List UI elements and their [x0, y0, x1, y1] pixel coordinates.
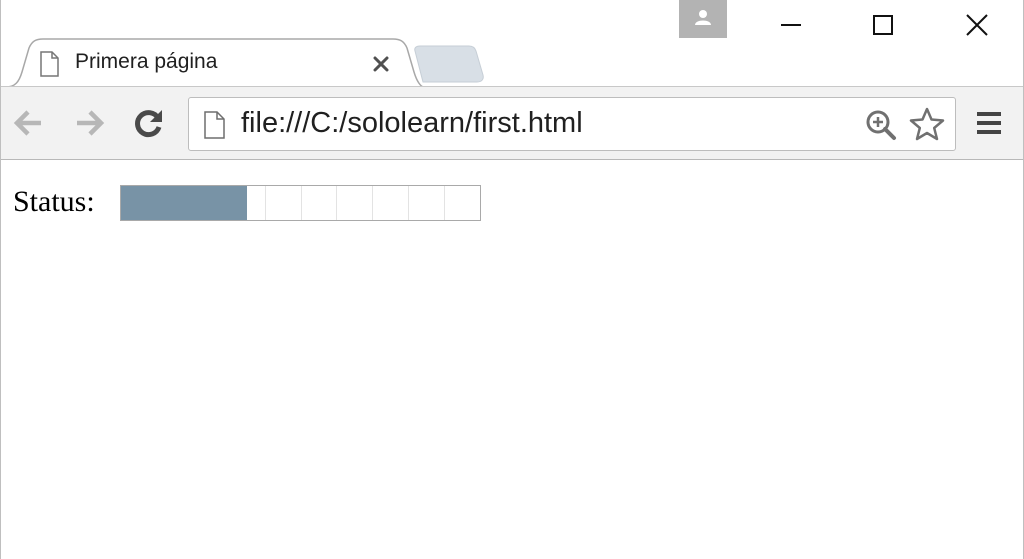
tab-active[interactable]: Primera página — [5, 38, 425, 88]
maximize-button[interactable] — [837, 0, 929, 54]
address-bar[interactable]: file:///C:/sololearn/first.html — [188, 97, 956, 151]
minimize-icon — [780, 14, 802, 41]
tab-title: Primera página — [75, 50, 218, 73]
progress-segment-divider — [300, 186, 302, 220]
page-icon — [39, 51, 59, 82]
browser-toolbar: file:///C:/sololearn/first.html — [1, 86, 1023, 160]
page-content: Status: — [1, 160, 1023, 559]
new-tab-button[interactable] — [411, 45, 487, 83]
progress-segment-divider — [372, 186, 374, 220]
browser-window: Primera página file:///C:/sololearn/firs… — [0, 0, 1024, 559]
progress-segment-divider — [408, 186, 410, 220]
progress-segment-divider — [264, 186, 266, 220]
tab-close-icon[interactable] — [371, 54, 391, 74]
star-icon[interactable] — [909, 107, 945, 146]
page-icon — [203, 111, 225, 144]
close-icon — [965, 13, 989, 42]
zoom-in-icon[interactable] — [865, 109, 897, 146]
progress-segment-divider — [229, 186, 230, 220]
back-button[interactable] — [9, 105, 49, 145]
hamburger-menu-icon — [976, 110, 1002, 141]
reload-icon — [133, 107, 165, 144]
window-close-button[interactable] — [931, 0, 1023, 54]
profile-button[interactable] — [679, 0, 727, 38]
progress-segment-divider — [157, 186, 158, 220]
minimize-button[interactable] — [745, 0, 837, 54]
arrow-right-icon — [73, 109, 105, 142]
forward-button[interactable] — [69, 105, 109, 145]
maximize-icon — [872, 14, 894, 41]
menu-button[interactable] — [967, 103, 1011, 147]
reload-button[interactable] — [129, 105, 169, 145]
progress-bar — [120, 185, 481, 221]
person-icon — [694, 9, 712, 30]
progress-segment-divider — [444, 186, 446, 220]
title-bar: Primera página — [1, 0, 1023, 88]
status-label: Status: — [13, 185, 95, 218]
url-text[interactable]: file:///C:/sololearn/first.html — [241, 107, 583, 140]
arrow-left-icon — [13, 109, 45, 142]
progress-segment-divider — [336, 186, 338, 220]
progress-segment-divider — [193, 186, 194, 220]
